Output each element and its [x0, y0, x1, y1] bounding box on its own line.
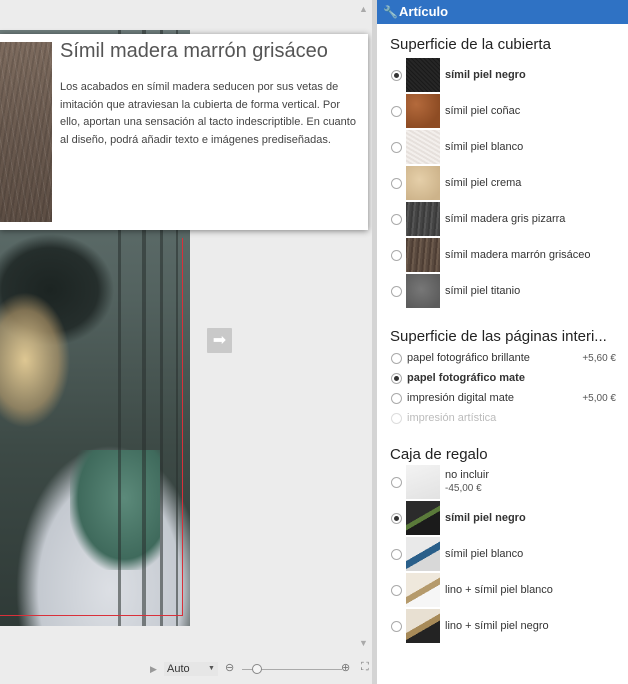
giftbox-thumbnail	[406, 573, 440, 607]
option-label: símil piel blanco	[445, 141, 524, 153]
radio-button[interactable]	[391, 620, 402, 632]
article-panel: 🔧Artículo Superficie de la cubierta sími…	[377, 0, 628, 684]
arrow-right-icon: ➡	[212, 332, 227, 349]
radio-button[interactable]	[391, 141, 402, 153]
zoom-out-icon[interactable]: ⊖	[225, 661, 234, 674]
option-label: símil piel coñac	[445, 105, 521, 117]
cover-option-cream-leather[interactable]: símil piel crema	[377, 165, 628, 201]
material-tooltip: Símil madera marrón grisáceo Los acabado…	[0, 34, 368, 230]
radio-button[interactable]	[391, 584, 402, 596]
giftbox-option-none[interactable]: no incluir -45,00 €	[377, 464, 628, 500]
material-swatch	[406, 274, 440, 308]
radio-button[interactable]	[391, 512, 402, 524]
option-label: papel fotográfico mate	[407, 372, 525, 384]
radio-button[interactable]	[391, 476, 402, 488]
radio-button[interactable]	[391, 372, 402, 384]
pages-option-matte-photo[interactable]: papel fotográfico mate	[377, 368, 628, 388]
giftbox-option-white-leather[interactable]: símil piel blanco	[377, 536, 628, 572]
section-title-cover: Superficie de la cubierta	[390, 36, 551, 53]
chevron-down-icon: ▼	[208, 665, 215, 672]
material-swatch	[406, 130, 440, 164]
wrench-icon: 🔧	[383, 5, 398, 19]
giftbox-option-black-leather[interactable]: símil piel negro	[377, 500, 628, 536]
panel-header: 🔧Artículo	[377, 0, 628, 24]
option-label: impresión artística	[407, 412, 497, 424]
tooltip-material-swatch	[0, 42, 52, 222]
material-swatch	[406, 238, 440, 272]
material-swatch	[406, 202, 440, 236]
panel-header-title: Artículo	[399, 4, 449, 19]
pages-option-digital-matte[interactable]: impresión digital mate +5,00 €	[377, 388, 628, 408]
option-price: -45,00 €	[445, 483, 482, 494]
pages-option-glossy-photo[interactable]: papel fotográfico brillante +5,60 €	[377, 348, 628, 368]
canvas-top-strip	[0, 0, 372, 30]
radio-button[interactable]	[391, 213, 402, 225]
radio-button[interactable]	[391, 352, 402, 364]
cover-option-greybrown-wood[interactable]: símil madera marrón grisáceo	[377, 237, 628, 273]
giftbox-thumbnail	[406, 609, 440, 643]
radio-button[interactable]	[391, 69, 402, 81]
radio-button	[391, 412, 402, 424]
tooltip-title: Símil madera marrón grisáceo	[60, 40, 328, 62]
zoom-in-icon[interactable]: ⊕	[341, 661, 350, 674]
option-label: no incluir	[445, 469, 490, 481]
option-label: impresión digital mate	[407, 392, 514, 404]
cover-option-black-leather[interactable]: símil piel negro	[377, 57, 628, 93]
option-label: símil piel negro	[445, 512, 526, 524]
scroll-up-icon[interactable]: ▲	[359, 4, 368, 14]
giftbox-option-linen-white[interactable]: lino + símil piel blanco	[377, 572, 628, 608]
giftbox-thumbnail	[406, 537, 440, 571]
pages-option-art-print: impresión artística	[377, 408, 628, 428]
option-label: símil piel negro	[445, 69, 526, 81]
option-label: símil madera marrón grisáceo	[445, 249, 591, 261]
option-label: símil piel crema	[445, 177, 522, 189]
radio-button[interactable]	[391, 105, 402, 117]
material-swatch	[406, 166, 440, 200]
giftbox-option-linen-black[interactable]: lino + símil piel negro	[377, 608, 628, 644]
option-label: papel fotográfico brillante	[407, 352, 530, 364]
giftbox-thumbnail	[406, 465, 440, 499]
editor-canvas: ▲ ▼ ➡ Símil madera marrón grisáceo Los a…	[0, 0, 372, 684]
option-price: +5,60 €	[582, 352, 616, 364]
radio-button[interactable]	[391, 392, 402, 404]
material-swatch	[406, 58, 440, 92]
cover-option-slate-wood[interactable]: símil madera gris pizarra	[377, 201, 628, 237]
radio-button[interactable]	[391, 249, 402, 261]
option-label-group: no incluir -45,00 €	[445, 468, 489, 496]
section-title-giftbox: Caja de regalo	[390, 446, 488, 463]
zoom-toolbar: ▶ Auto ▼ ⊖ ⊕ ⛶	[0, 660, 372, 684]
section-title-pages: Superficie de las páginas interi...	[390, 328, 607, 345]
option-label: símil piel blanco	[445, 548, 524, 560]
option-label: lino + símil piel negro	[445, 620, 549, 632]
zoom-slider-handle[interactable]	[252, 664, 262, 674]
material-swatch	[406, 94, 440, 128]
tooltip-description: Los acabados en símil madera seducen por…	[60, 81, 356, 146]
option-label: símil madera gris pizarra	[445, 213, 566, 225]
option-label: símil piel titanio	[445, 285, 521, 297]
giftbox-thumbnail	[406, 501, 440, 535]
radio-button[interactable]	[391, 285, 402, 297]
cover-option-white-leather[interactable]: símil piel blanco	[377, 129, 628, 165]
next-page-button[interactable]: ➡	[207, 328, 232, 353]
play-icon[interactable]: ▶	[150, 664, 157, 675]
scroll-down-icon[interactable]: ▼	[359, 638, 368, 648]
option-label: lino + símil piel blanco	[445, 584, 553, 596]
option-price: +5,00 €	[582, 392, 616, 404]
cover-option-cognac-leather[interactable]: símil piel coñac	[377, 93, 628, 129]
zoom-fit-icon[interactable]: ⛶	[361, 661, 369, 674]
cover-option-titanium-leather[interactable]: símil piel titanio	[377, 273, 628, 309]
radio-button[interactable]	[391, 548, 402, 560]
radio-button[interactable]	[391, 177, 402, 189]
